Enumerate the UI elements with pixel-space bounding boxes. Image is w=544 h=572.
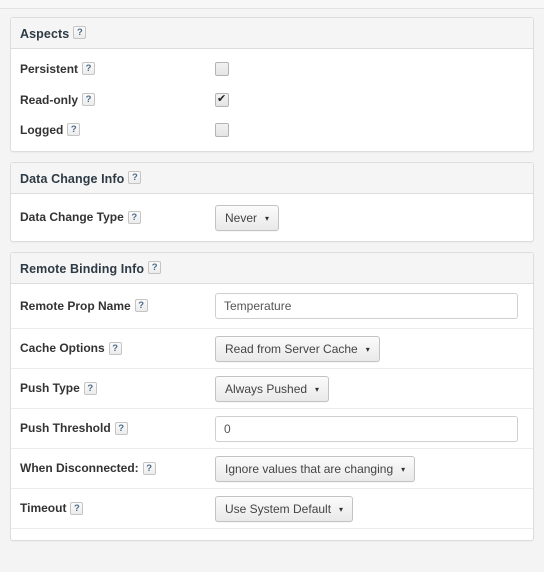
panel-title-remote-binding-info: Remote Binding Info xyxy=(20,261,145,276)
row-label-when-disconnected-wrap: When Disconnected:? xyxy=(20,461,215,475)
help-icon-persistent[interactable]: ? xyxy=(82,62,96,76)
help-icon-cache-options[interactable]: ? xyxy=(108,341,122,355)
row-bottom-spacer xyxy=(11,528,533,540)
row-label-push-threshold: Push Threshold xyxy=(20,421,111,436)
row-push-threshold: Push Threshold? xyxy=(11,408,533,448)
row-logged: Logged? xyxy=(11,117,533,151)
row-label-data-change-type-wrap: Data Change Type? xyxy=(20,210,215,224)
help-icon-push-type[interactable]: ? xyxy=(83,381,97,395)
help-icon-remote-prop-name[interactable]: ? xyxy=(134,299,148,313)
help-icon-logged[interactable]: ? xyxy=(67,123,81,137)
help-icon-read-only[interactable]: ? xyxy=(82,93,96,107)
dropdown-push-type[interactable]: Always Pushed ▾ xyxy=(215,375,330,402)
row-push-type: Push Type? Always Pushed ▾ xyxy=(11,368,533,408)
row-label-read-only-wrap: Read-only? xyxy=(20,93,215,107)
panel-header-data-change-info: Data Change Info? xyxy=(11,163,533,194)
row-field-when-disconnected: Ignore values that are changing ▾ xyxy=(215,455,524,482)
dropdown-when-disconnected[interactable]: Ignore values that are changing ▾ xyxy=(215,455,416,482)
remote-prop-name-input[interactable] xyxy=(215,293,518,319)
row-label-data-change-type: Data Change Type xyxy=(20,210,124,225)
row-label-cache-options-wrap: Cache Options? xyxy=(20,341,215,355)
page-top-strip xyxy=(0,0,544,9)
dropdown-timeout[interactable]: Use System Default ▾ xyxy=(215,495,354,522)
help-icon-timeout[interactable]: ? xyxy=(70,501,84,515)
row-field-timeout: Use System Default ▾ xyxy=(215,495,524,522)
checkbox-read-only[interactable] xyxy=(215,92,229,107)
row-data-change-type: Data Change Type? Never ▾ xyxy=(11,194,533,241)
panel-header-remote-binding-info: Remote Binding Info? xyxy=(11,253,533,284)
row-label-logged: Logged xyxy=(20,122,64,137)
row-label-persistent-wrap: Persistent? xyxy=(20,62,215,76)
checkbox-persistent[interactable] xyxy=(215,62,229,76)
row-label-when-disconnected: When Disconnected: xyxy=(20,461,139,476)
push-threshold-input[interactable] xyxy=(215,415,518,442)
row-field-read-only xyxy=(215,92,524,107)
dropdown-value-when-disconnected: Ignore values that are changing xyxy=(225,461,394,476)
row-label-remote-prop-name-wrap: Remote Prop Name? xyxy=(20,299,215,313)
dropdown-data-change-type[interactable]: Never ▾ xyxy=(215,204,280,231)
chevron-down-icon: ▾ xyxy=(365,344,370,354)
chevron-down-icon: ▾ xyxy=(265,213,270,223)
row-when-disconnected: When Disconnected:? Ignore values that a… xyxy=(11,448,533,488)
row-field-data-change-type: Never ▾ xyxy=(215,204,524,231)
dropdown-value-data-change-type: Never xyxy=(225,210,258,225)
panel-aspects: Aspects? Persistent? Read-only? Logged xyxy=(10,17,534,152)
row-remote-prop-name: Remote Prop Name? xyxy=(11,284,533,328)
row-label-push-type: Push Type xyxy=(20,381,80,396)
chevron-down-icon: ▾ xyxy=(401,464,406,474)
property-settings-panel-page: Aspects? Persistent? Read-only? Logged xyxy=(0,0,544,572)
row-field-push-type: Always Pushed ▾ xyxy=(215,375,524,402)
row-label-logged-wrap: Logged? xyxy=(20,123,215,137)
row-label-read-only: Read-only xyxy=(20,92,79,107)
row-label-remote-prop-name: Remote Prop Name xyxy=(20,298,131,313)
panel-body-remote-binding-info: Remote Prop Name? Cache Options? Read fr… xyxy=(11,284,533,540)
panel-header-aspects: Aspects? xyxy=(11,18,533,49)
help-icon-push-threshold[interactable]: ? xyxy=(114,421,128,435)
panel-body-data-change-info: Data Change Type? Never ▾ xyxy=(11,194,533,241)
row-persistent: Persistent? xyxy=(11,49,533,83)
row-label-timeout: Timeout xyxy=(20,501,67,516)
checkbox-logged[interactable] xyxy=(215,123,229,137)
dropdown-cache-options[interactable]: Read from Server Cache ▾ xyxy=(215,335,380,362)
help-icon-data-change-info[interactable]: ? xyxy=(128,171,142,185)
dropdown-value-cache-options: Read from Server Cache xyxy=(225,341,358,356)
help-icon-remote-binding-info[interactable]: ? xyxy=(148,261,162,275)
dropdown-value-timeout: Use System Default xyxy=(225,501,332,516)
panel-title-data-change-info: Data Change Info xyxy=(20,171,125,186)
row-field-persistent xyxy=(215,62,524,76)
help-icon-aspects[interactable]: ? xyxy=(73,26,87,40)
row-field-push-threshold xyxy=(215,415,524,442)
row-label-push-threshold-wrap: Push Threshold? xyxy=(20,421,215,435)
panel-title-aspects: Aspects xyxy=(20,26,70,41)
row-field-remote-prop-name xyxy=(215,293,524,319)
help-icon-data-change-type[interactable]: ? xyxy=(127,210,141,224)
help-icon-when-disconnected[interactable]: ? xyxy=(142,461,156,475)
row-label-persistent: Persistent xyxy=(20,61,79,76)
row-field-cache-options: Read from Server Cache ▾ xyxy=(215,335,524,362)
settings-panels-container: Aspects? Persistent? Read-only? Logged xyxy=(10,17,534,551)
panel-data-change-info: Data Change Info? Data Change Type? Neve… xyxy=(10,162,534,242)
row-timeout: Timeout? Use System Default ▾ xyxy=(11,488,533,528)
row-label-timeout-wrap: Timeout? xyxy=(20,501,215,515)
dropdown-value-push-type: Always Pushed xyxy=(225,381,308,396)
row-label-push-type-wrap: Push Type? xyxy=(20,381,215,395)
chevron-down-icon: ▾ xyxy=(339,504,344,514)
panel-body-aspects: Persistent? Read-only? Logged? xyxy=(11,49,533,151)
row-field-logged xyxy=(215,123,524,137)
row-label-cache-options: Cache Options xyxy=(20,341,105,356)
row-read-only: Read-only? xyxy=(11,83,533,117)
chevron-down-icon: ▾ xyxy=(315,384,320,394)
panel-remote-binding-info: Remote Binding Info? Remote Prop Name? C… xyxy=(10,252,534,541)
row-cache-options: Cache Options? Read from Server Cache ▾ xyxy=(11,328,533,368)
